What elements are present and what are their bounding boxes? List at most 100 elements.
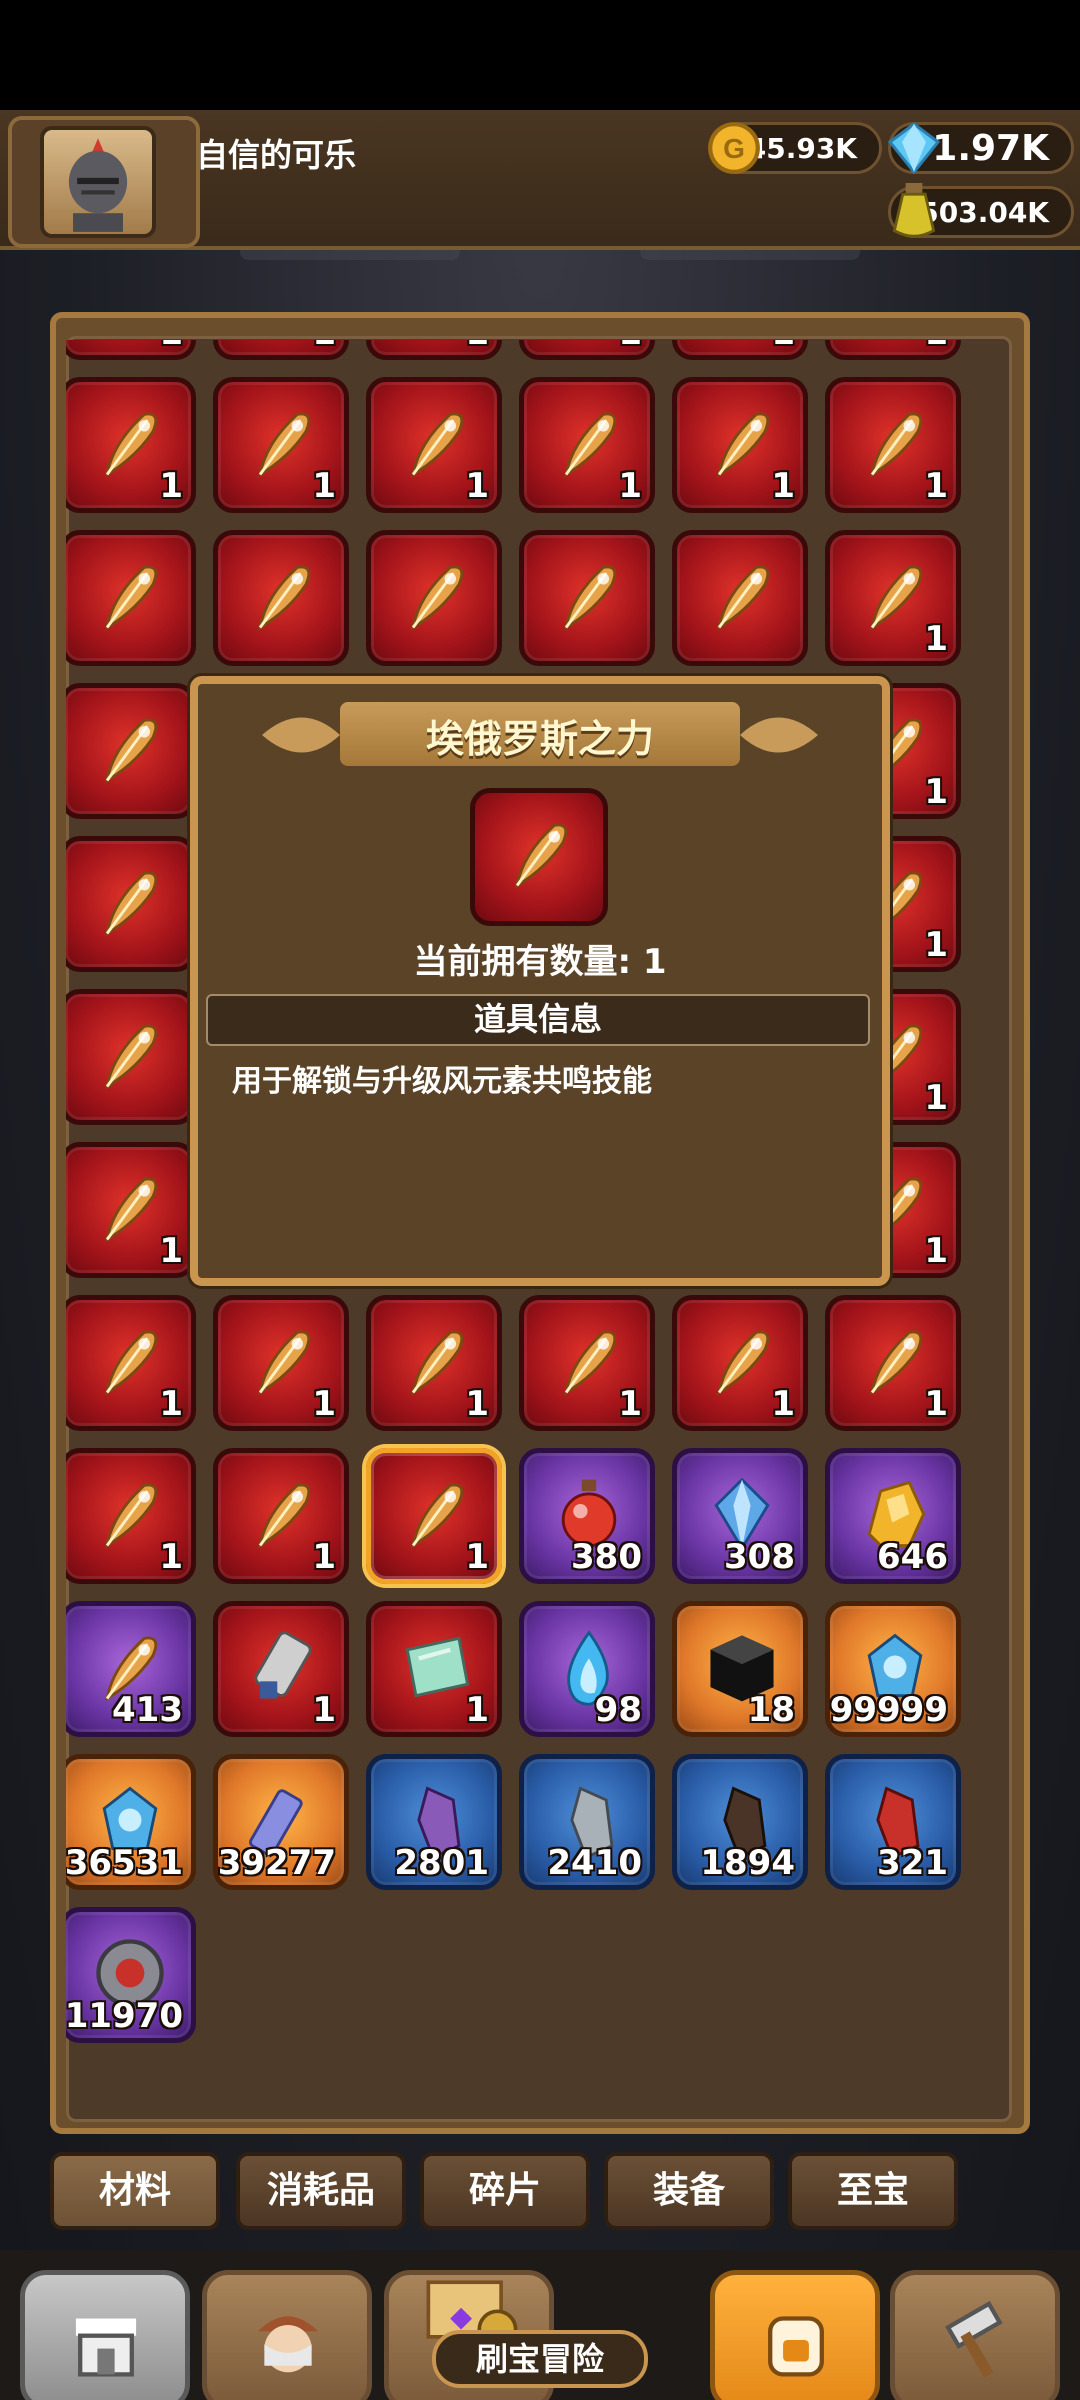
tab-equipment[interactable]: 装备	[604, 2152, 774, 2230]
inventory-slot[interactable]: 413	[66, 1601, 196, 1737]
tab-fragments[interactable]: 碎片	[420, 2152, 590, 2230]
inventory-slot[interactable]: 2801	[366, 1754, 502, 1890]
inventory-slot[interactable]: 1	[672, 1295, 808, 1431]
feather-icon	[105, 718, 158, 784]
inventory-slot[interactable]: 1	[66, 340, 196, 360]
item-count: 413	[112, 1690, 183, 1730]
avatar[interactable]	[40, 126, 156, 238]
feather-icon	[564, 565, 617, 631]
item-count: 2410	[547, 1843, 642, 1883]
item-info-header: 道具信息	[206, 994, 870, 1046]
inventory-slot[interactable]	[66, 530, 196, 666]
inventory-slot[interactable]	[213, 530, 349, 666]
inventory-slot[interactable]: 380	[519, 1448, 655, 1584]
feather-icon	[105, 1024, 158, 1090]
inventory-slot[interactable]: 321	[825, 1754, 961, 1890]
item-count: 1	[771, 1384, 795, 1424]
inventory-slot[interactable]: 1	[366, 1601, 502, 1737]
item-count: 1	[924, 1078, 948, 1118]
inventory-slot[interactable]: 1	[213, 340, 349, 360]
inventory-slot[interactable]: 1	[66, 1142, 196, 1278]
inventory-slot[interactable]: 1	[825, 377, 961, 513]
item-count: 36531	[66, 1843, 183, 1883]
inventory-slot[interactable]: 1	[672, 340, 808, 360]
nav-inventory-button[interactable]	[710, 2270, 880, 2400]
feather-icon	[515, 823, 568, 889]
feather-icon	[105, 565, 158, 631]
inventory-slot[interactable]: 1	[366, 340, 502, 360]
inventory-slot[interactable]: 1	[213, 1448, 349, 1584]
nav-shop-button[interactable]	[20, 2270, 190, 2400]
inventory-slot[interactable]: 1	[519, 1295, 655, 1431]
player-name: 自信的可乐	[196, 136, 357, 174]
inventory-slot[interactable]: 1	[213, 1601, 349, 1737]
inventory-slot[interactable]: 1	[66, 1448, 196, 1584]
inventory-slot[interactable]	[519, 530, 655, 666]
item-count: 39277	[217, 1843, 336, 1883]
item-count: 1	[159, 1537, 183, 1577]
popup-item-slot	[470, 788, 608, 926]
inventory-slot[interactable]: 39277	[213, 1754, 349, 1890]
inventory-slot[interactable]: 1	[519, 377, 655, 513]
item-count: 1	[159, 1384, 183, 1424]
hero-portrait-icon	[257, 2316, 319, 2373]
item-count: 1	[465, 1537, 489, 1577]
adventure-label: 刷宝冒险	[432, 2330, 648, 2388]
item-count: 1	[465, 466, 489, 506]
nav-forge-button[interactable]	[890, 2270, 1060, 2400]
inventory-slot[interactable]	[66, 989, 196, 1125]
inventory-slot[interactable]	[66, 836, 196, 972]
inventory-slot[interactable]: 18	[672, 1601, 808, 1737]
inventory-slot[interactable]: 2410	[519, 1754, 655, 1890]
item-count: 98	[594, 1690, 642, 1730]
inventory-slot[interactable]: 11970	[66, 1907, 196, 2043]
hammer-icon	[945, 2300, 1003, 2378]
knight-helmet-icon	[68, 138, 128, 232]
item-count: 1	[771, 340, 795, 353]
elixir-bottle-icon	[892, 183, 936, 238]
nav-hero-button[interactable]	[202, 2270, 372, 2400]
item-count: 1	[924, 340, 948, 353]
inventory-slot[interactable]: 1	[213, 377, 349, 513]
item-count: 1	[924, 772, 948, 812]
item-count: 1	[465, 340, 489, 353]
gold-coin-icon: G	[708, 122, 760, 174]
inventory-slot[interactable]: 1	[366, 1448, 502, 1584]
item-count: 1	[924, 1384, 948, 1424]
feather-icon	[258, 565, 311, 631]
feather-icon	[105, 871, 158, 937]
tab-consumables[interactable]: 消耗品	[236, 2152, 406, 2230]
inventory-slot[interactable]: 1894	[672, 1754, 808, 1890]
inventory-slot[interactable]: 1	[366, 1295, 502, 1431]
item-count: 11970	[66, 1996, 183, 2036]
inventory-slot[interactable]: 1	[825, 530, 961, 666]
inventory-slot[interactable]	[366, 530, 502, 666]
inventory-slot[interactable]: 36531	[66, 1754, 196, 1890]
inventory-slot[interactable]: 1	[519, 340, 655, 360]
inventory-slot[interactable]: 1	[66, 1295, 196, 1431]
item-count: 380	[571, 1537, 642, 1577]
item-count: 646	[877, 1537, 948, 1577]
item-count: 1	[465, 1384, 489, 1424]
inventory-slot[interactable]	[66, 683, 196, 819]
item-count: 1	[159, 466, 183, 506]
item-count: 1894	[700, 1843, 795, 1883]
diamond-icon	[887, 122, 941, 175]
inventory-slot[interactable]: 1	[366, 377, 502, 513]
tab-treasures[interactable]: 至宝	[788, 2152, 958, 2230]
inventory-slot[interactable]: 1	[825, 340, 961, 360]
inventory-slot[interactable]: 1	[66, 377, 196, 513]
tab-materials[interactable]: 材料	[50, 2152, 220, 2230]
item-count: 1	[312, 1690, 336, 1730]
item-count: 1	[618, 466, 642, 506]
inventory-slot[interactable]: 1	[213, 1295, 349, 1431]
inventory-slot[interactable]	[672, 530, 808, 666]
inventory-slot[interactable]: 308	[672, 1448, 808, 1584]
inventory-slot[interactable]: 1	[672, 377, 808, 513]
inventory-slot[interactable]: 646	[825, 1448, 961, 1584]
popup-title: 埃俄罗斯之力	[425, 717, 654, 761]
item-count: 2801	[394, 1843, 489, 1883]
inventory-slot[interactable]: 98	[519, 1601, 655, 1737]
inventory-slot[interactable]: 1	[825, 1295, 961, 1431]
inventory-slot[interactable]: 99999	[825, 1601, 961, 1737]
